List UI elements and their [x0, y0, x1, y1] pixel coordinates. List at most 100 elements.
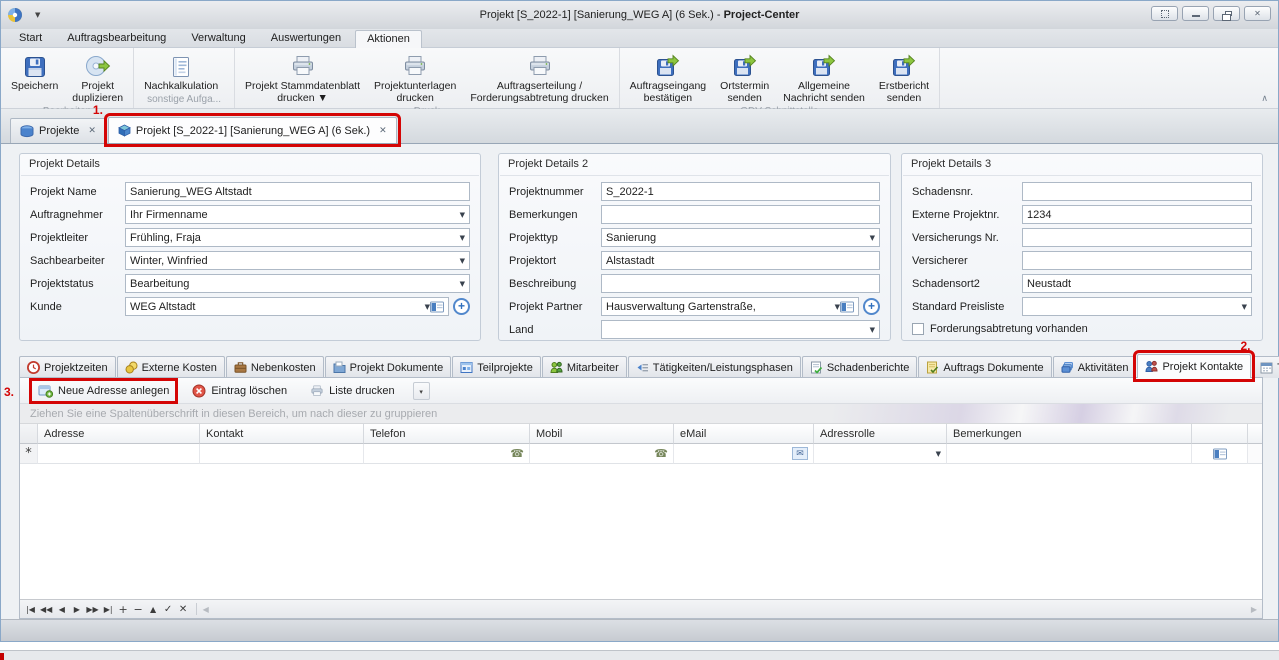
speichern-button[interactable]: Speichern [4, 49, 65, 92]
phone-icon[interactable]: ☎ [654, 447, 668, 460]
nav-next-page-button[interactable]: ▶▶ [85, 605, 99, 614]
add-partner-button[interactable]: + [863, 298, 880, 315]
tab-termine[interactable]: Termine [1252, 356, 1279, 378]
tab-teilprojekte[interactable]: Teilprojekte [452, 356, 541, 378]
ribbon-tab-start[interactable]: Start [8, 30, 53, 47]
window-style-button[interactable] [1151, 6, 1178, 21]
column-header-email[interactable]: eMail [674, 424, 814, 444]
cell-mobil[interactable]: ☎ [530, 444, 674, 464]
tab-taetigkeiten[interactable]: Tätigkeiten/Leistungsphasen [628, 356, 801, 378]
tab-mitarbeiter[interactable]: Mitarbeiter [542, 356, 627, 378]
column-header-detail[interactable] [1192, 424, 1248, 444]
schadensnr-field[interactable] [1022, 182, 1252, 201]
address-card-icon[interactable] [1213, 448, 1227, 460]
versicherungs-nr-field[interactable] [1022, 228, 1252, 247]
land-field[interactable]: ▼ [601, 320, 880, 339]
projektunterlagen-drucken-button[interactable]: Projektunterlagen drucken [367, 49, 463, 105]
quick-access-dropdown-icon[interactable]: ▼ [35, 11, 40, 19]
projekt-partner-field[interactable]: Hausverwaltung Gartenstraße,▼ [601, 297, 859, 316]
column-header-kontakt[interactable]: Kontakt [200, 424, 364, 444]
collapse-ribbon-icon[interactable]: ∧ [1261, 94, 1268, 104]
address-card-icon[interactable] [840, 301, 854, 313]
nav-delete-button[interactable]: − [132, 603, 145, 616]
nav-post-button[interactable]: ✓ [162, 604, 175, 615]
close-tab-icon[interactable]: ✕ [88, 126, 96, 136]
bemerkungen-field[interactable] [601, 205, 880, 224]
cell-kontakt[interactable] [200, 444, 364, 464]
nav-cancel-button[interactable]: ✕ [177, 604, 190, 615]
dropdown-icon[interactable]: ▼ [864, 326, 875, 334]
nav-first-button[interactable]: |◀ [24, 605, 37, 614]
toolbar-overflow-dropdown-icon[interactable]: ▾ [413, 382, 430, 400]
cell-adresse[interactable] [38, 444, 200, 464]
standard-preisliste-field[interactable]: ▼ [1022, 297, 1252, 316]
column-header-adressrolle[interactable]: Adressrolle [814, 424, 947, 444]
hscroll-left-icon[interactable]: ◀ [203, 605, 209, 614]
dropdown-icon[interactable]: ▼ [1236, 303, 1247, 311]
nav-insert-button[interactable]: + [117, 603, 130, 616]
ribbon-tab-auftragsbearbeitung[interactable]: Auftragsbearbeitung [56, 30, 177, 47]
cell-telefon[interactable]: ☎ [364, 444, 530, 464]
projekt-name-field[interactable]: Sanierung_WEG Altstadt [125, 182, 470, 201]
auftragseingang-bestaetigen-button[interactable]: Auftragseingang bestätigen [623, 49, 713, 105]
dropdown-icon[interactable]: ▼ [930, 450, 941, 458]
projekt-duplizieren-button[interactable]: Projekt duplizieren [65, 49, 130, 105]
tab-externe-kosten[interactable]: Externe Kosten [117, 356, 225, 378]
forderungsabtretung-checkbox[interactable] [912, 323, 924, 335]
address-card-icon[interactable] [430, 301, 444, 313]
tab-projekte[interactable]: Projekte ✕ [10, 118, 106, 143]
projekttyp-field[interactable]: Sanierung▼ [601, 228, 880, 247]
dropdown-icon[interactable]: ▼ [829, 303, 840, 311]
nav-last-button[interactable]: ▶| [102, 605, 115, 614]
tab-projekt-s-2022-1[interactable]: 1. Projekt [S_2022-1] [Sanierung_WEG A] … [108, 117, 397, 143]
auftragnehmer-field[interactable]: Ihr Firmenname▼ [125, 205, 470, 224]
dropdown-icon[interactable]: ▼ [454, 211, 465, 219]
nav-prev-page-button[interactable]: ◀◀ [39, 605, 53, 614]
tab-nebenkosten[interactable]: Nebenkosten [226, 356, 324, 378]
versicherer-field[interactable] [1022, 251, 1252, 270]
projektstatus-field[interactable]: Bearbeitung▼ [125, 274, 470, 293]
column-header-telefon[interactable]: Telefon [364, 424, 530, 444]
phone-icon[interactable]: ☎ [510, 447, 524, 460]
schadensort2-field[interactable]: Neustadt [1022, 274, 1252, 293]
externe-projektnr-field[interactable]: 1234 [1022, 205, 1252, 224]
column-header-mobil[interactable]: Mobil [530, 424, 674, 444]
projektnummer-field[interactable]: S_2022-1 [601, 182, 880, 201]
restore-button[interactable] [1213, 6, 1240, 21]
nachkalkulation-button[interactable]: Nachkalkulation [137, 49, 225, 92]
neue-adresse-anlegen-button[interactable]: 3. Neue Adresse anlegen [33, 382, 174, 400]
auftragserteilung-drucken-button[interactable]: Auftragserteilung / Forderungsabtretung … [463, 49, 615, 105]
tab-auftrags-dokumente[interactable]: Auftrags Dokumente [918, 356, 1051, 378]
eintrag-loeschen-button[interactable]: Eintrag löschen [187, 382, 292, 400]
cell-adressrolle[interactable]: ▼ [814, 444, 947, 464]
ribbon-tab-verwaltung[interactable]: Verwaltung [180, 30, 256, 47]
cell-detail[interactable] [1192, 444, 1248, 464]
nav-next-button[interactable]: ▶ [70, 605, 83, 614]
close-button[interactable]: ✕ [1244, 6, 1271, 21]
tab-projektzeiten[interactable]: Projektzeiten [19, 356, 116, 378]
add-kunde-button[interactable]: + [453, 298, 470, 315]
ribbon-tab-auswertungen[interactable]: Auswertungen [260, 30, 352, 47]
projektort-field[interactable]: Alstastadt [601, 251, 880, 270]
allgemeine-nachricht-senden-button[interactable]: Allgemeine Nachricht senden [776, 49, 872, 105]
ribbon-tab-aktionen[interactable]: Aktionen [355, 30, 422, 48]
column-header-adresse[interactable]: Adresse [38, 424, 200, 444]
tab-projekt-kontakte[interactable]: 2. Projekt Kontakte [1137, 354, 1251, 378]
dropdown-icon[interactable]: ▼ [864, 234, 875, 242]
projektleiter-field[interactable]: Frühling, Fraja▼ [125, 228, 470, 247]
dropdown-icon[interactable]: ▼ [454, 234, 465, 242]
dropdown-icon[interactable]: ▼ [454, 257, 465, 265]
app-logo-icon[interactable] [7, 7, 23, 23]
close-tab-icon[interactable]: ✕ [379, 126, 387, 136]
sachbearbeiter-field[interactable]: Winter, Winfried▼ [125, 251, 470, 270]
nav-prev-button[interactable]: ◀ [55, 605, 68, 614]
cell-bemerkungen[interactable] [947, 444, 1192, 464]
minimize-button[interactable] [1182, 6, 1209, 21]
tab-schadenberichte[interactable]: Schadenberichte [802, 356, 918, 378]
liste-drucken-button[interactable]: Liste drucken [305, 382, 399, 400]
kunde-field[interactable]: WEG Altstadt▼ [125, 297, 449, 316]
ortstermin-senden-button[interactable]: Ortstermin senden [713, 49, 776, 105]
tab-aktivitaeten[interactable]: Aktivitäten [1053, 356, 1137, 378]
column-header-bemerkungen[interactable]: Bemerkungen [947, 424, 1192, 444]
dropdown-icon[interactable]: ▼ [454, 280, 465, 288]
